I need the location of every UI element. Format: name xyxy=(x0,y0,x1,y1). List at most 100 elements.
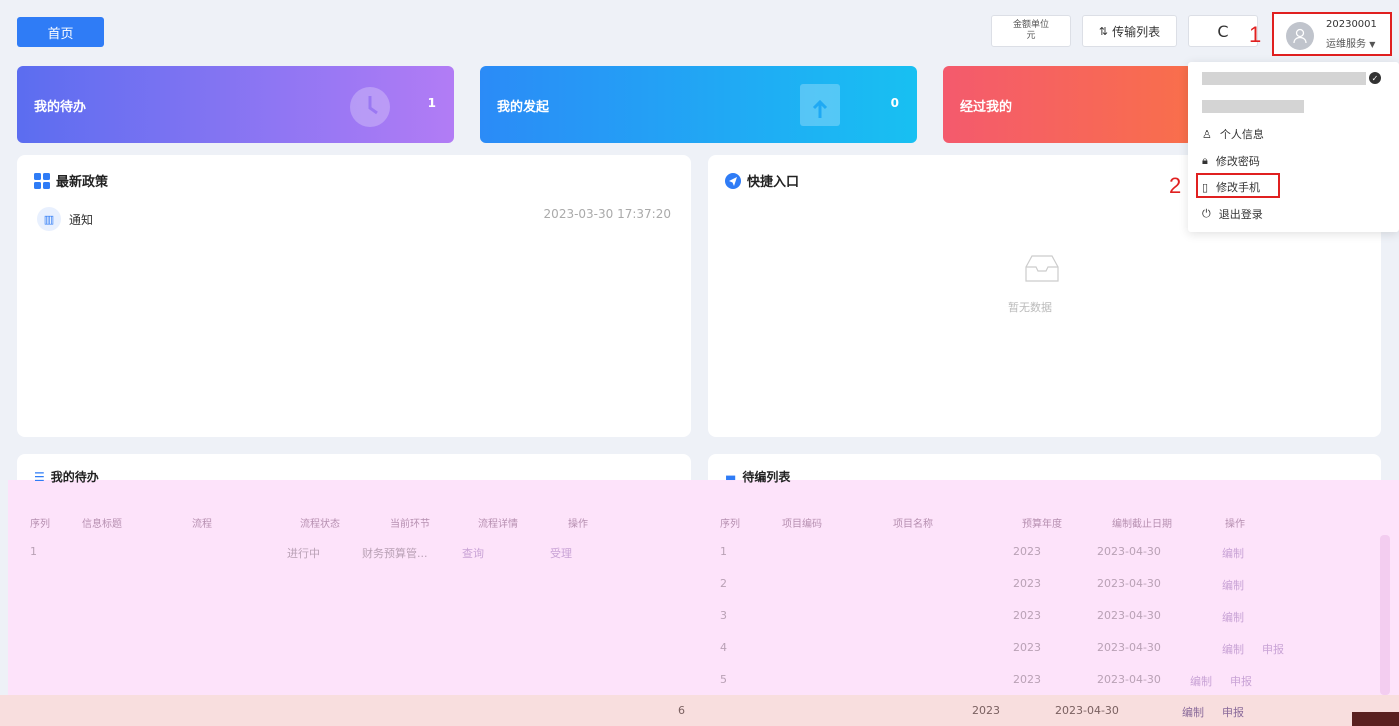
row-year: 2023 xyxy=(1013,673,1041,686)
lock-icon: 🔒︎ xyxy=(1202,154,1208,167)
submit-link[interactable]: 申报 xyxy=(1262,641,1284,657)
row-year: 2023 xyxy=(1013,609,1041,622)
empty-text: 暂无数据 xyxy=(1008,301,1052,314)
initiated-count: 0 xyxy=(890,96,899,110)
submit-link[interactable]: 申报 xyxy=(1222,704,1244,720)
user-icon xyxy=(1293,28,1307,44)
row-no: 6 xyxy=(678,704,685,717)
book-icon: ▥ xyxy=(37,207,61,231)
col-header: 操作 xyxy=(1225,519,1245,530)
menu-item-profile[interactable]: ♙ 个人信息 xyxy=(1202,126,1264,142)
cell: 财务预算管... xyxy=(362,547,428,560)
col-header: 流程 xyxy=(192,519,212,530)
row-deadline: 2023-04-30 xyxy=(1097,609,1161,622)
row-deadline: 2023-04-30 xyxy=(1097,577,1161,590)
col-header: 编制截止日期 xyxy=(1112,519,1172,530)
edit-link[interactable]: 编制 xyxy=(1182,704,1204,720)
col-header: 操作 xyxy=(568,519,588,530)
list-icon: ☰ xyxy=(34,469,45,484)
quick-title: 快捷入口 xyxy=(725,171,799,190)
compile-table-header: ▬ 待编列表 xyxy=(708,454,1381,484)
user-id: 20230001 xyxy=(1326,19,1377,30)
policy-item[interactable]: ▥ 通知 xyxy=(37,207,93,231)
col-header: 预算年度 xyxy=(1022,519,1062,530)
col-header: 序列 xyxy=(720,519,740,530)
stat-card-todo[interactable]: 我的待办 1 xyxy=(17,66,454,143)
transfer-list-button[interactable]: ⇅ 传输列表 xyxy=(1082,15,1177,47)
row-year: 2023 xyxy=(1013,577,1041,590)
policy-title: 最新政策 xyxy=(34,171,108,190)
todo-label: 我的待办 xyxy=(34,100,87,115)
todo-table-title: ☰ 我的待办 xyxy=(34,469,99,485)
phone-icon: ▯ xyxy=(1202,180,1209,194)
policy-item-label: 通知 xyxy=(69,212,94,227)
col-header: 信息标题 xyxy=(82,519,122,530)
unit-line-1: 金额单位 xyxy=(1012,20,1049,30)
col-header: 项目名称 xyxy=(893,519,933,530)
user-role: 运维服务 ▼ xyxy=(1326,39,1376,50)
row-deadline: 2023-04-30 xyxy=(1097,545,1161,558)
empty-box-icon xyxy=(1025,255,1059,282)
row-no: 1 xyxy=(720,545,727,558)
refresh-icon: C xyxy=(1217,21,1229,41)
col-header: 序列 xyxy=(30,519,50,530)
row-no: 4 xyxy=(720,641,727,654)
cell: 进行中 xyxy=(287,547,320,560)
transfer-icon: ⇅ xyxy=(1098,24,1109,38)
top-bar: 首页 金额单位 元 ⇅ 传输列表 C 1 20230001 运维服务 ▼ xyxy=(0,0,1399,60)
home-tab[interactable]: 首页 xyxy=(17,17,104,47)
cell: 1 xyxy=(30,545,37,558)
user-dropdown-menu: ✓ ♙ 个人信息 🔒︎ 修改密码 ▯ 修改手机 ⏻ 退出登录 xyxy=(1188,62,1399,232)
scrollbar[interactable] xyxy=(1380,535,1390,695)
row-deadline: 2023-04-30 xyxy=(1097,673,1161,686)
row-year: 2023 xyxy=(972,704,1000,717)
col-header: 流程状态 xyxy=(300,519,340,530)
initiated-label: 我的发起 xyxy=(497,100,550,115)
power-icon: ⏻ xyxy=(1202,207,1211,220)
clock-icon xyxy=(350,87,390,127)
row-deadline: 2023-04-30 xyxy=(1097,641,1161,654)
menu-item-logout[interactable]: ⏻ 退出登录 xyxy=(1202,206,1263,222)
query-link[interactable]: 查询 xyxy=(462,545,484,561)
edit-link[interactable]: 编制 xyxy=(1222,545,1244,561)
caret-down-icon: ▼ xyxy=(1369,40,1376,49)
send-icon xyxy=(725,172,741,189)
avatar xyxy=(1286,22,1314,50)
refresh-button[interactable]: C xyxy=(1188,15,1258,47)
col-header: 当前环节 xyxy=(390,519,430,530)
edit-link[interactable]: 编制 xyxy=(1190,673,1212,689)
row-deadline: 2023-04-30 xyxy=(1055,704,1119,717)
row-no: 2 xyxy=(720,577,727,590)
row-year: 2023 xyxy=(1013,641,1041,654)
edit-link[interactable]: 编制 xyxy=(1222,641,1244,657)
folder-icon: ▬ xyxy=(725,469,737,484)
menu-item-change-password[interactable]: 🔒︎ 修改密码 xyxy=(1202,153,1260,169)
person-icon: ♙ xyxy=(1202,127,1212,141)
redacted-info xyxy=(1202,100,1304,113)
stat-card-passed[interactable]: 经过我的 xyxy=(943,66,1193,143)
policy-item-date: 2023-03-30 17:37:20 xyxy=(543,207,671,221)
edit-link[interactable]: 编制 xyxy=(1222,609,1244,625)
amount-unit-button[interactable]: 金额单位 元 xyxy=(991,15,1071,47)
edit-link[interactable]: 编制 xyxy=(1222,577,1244,593)
menu-item-change-phone[interactable]: ▯ 修改手机 xyxy=(1202,179,1260,195)
policy-panel: 最新政策 ▥ 通知 2023-03-30 17:37:20 xyxy=(17,155,691,437)
unit-line-2: 元 xyxy=(1026,31,1036,41)
todo-table-header: ☰ 我的待办 xyxy=(17,454,691,484)
grid-icon xyxy=(34,172,50,189)
todo-count: 1 xyxy=(427,96,436,110)
accept-link[interactable]: 受理 xyxy=(550,545,572,561)
verified-icon: ✓ xyxy=(1369,72,1381,84)
compile-table-title: ▬ 待编列表 xyxy=(725,469,791,485)
user-menu-trigger[interactable]: 20230001 运维服务 ▼ xyxy=(1272,12,1392,56)
row-year: 2023 xyxy=(1013,545,1041,558)
transfer-label: 传输列表 xyxy=(1112,24,1161,39)
annotation-2: 2 xyxy=(1169,173,1182,198)
passed-label: 经过我的 xyxy=(960,100,1013,115)
row-no: 5 xyxy=(720,673,727,686)
stat-card-initiated[interactable]: 我的发起 0 xyxy=(480,66,917,143)
submit-link[interactable]: 申报 xyxy=(1230,673,1252,689)
row-no: 3 xyxy=(720,609,727,622)
corner-artifact xyxy=(1352,712,1399,726)
redacted-name xyxy=(1202,72,1366,85)
